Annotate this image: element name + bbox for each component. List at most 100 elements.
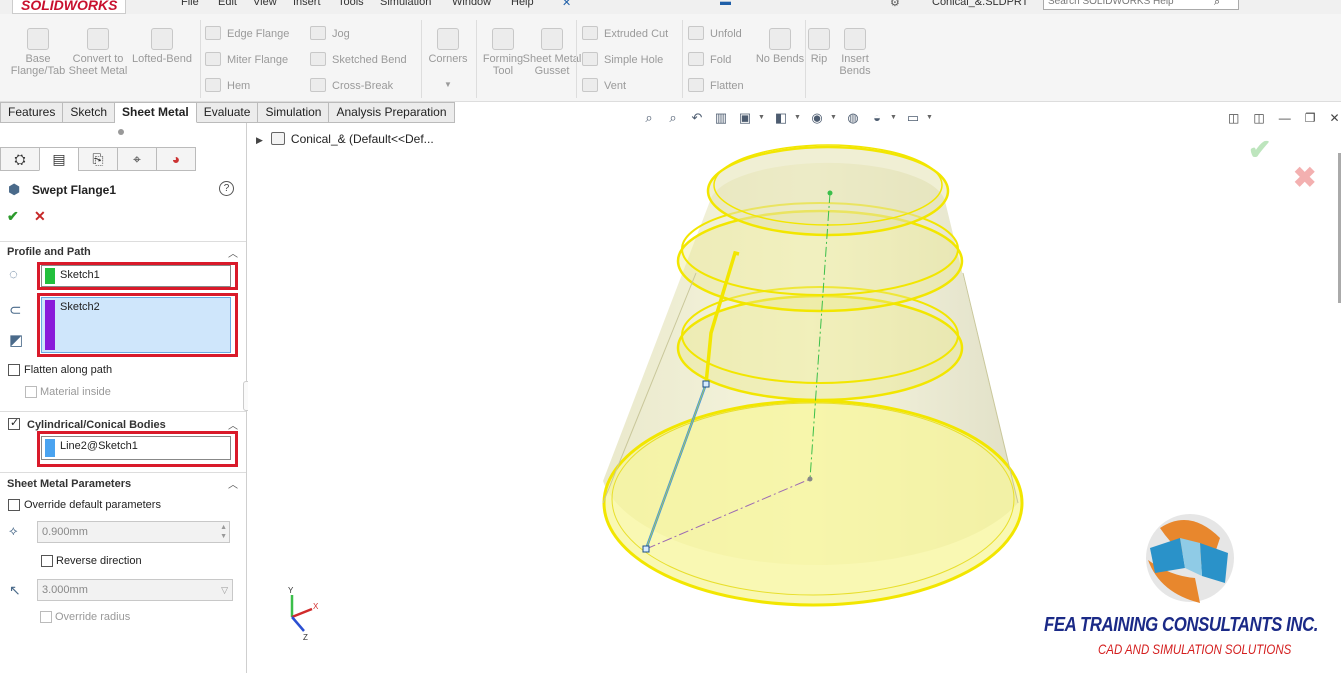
convert-sheet-metal-button[interactable]: Convert to Sheet Metal [68, 28, 128, 77]
tab-sketch[interactable]: Sketch [63, 102, 116, 123]
separator [682, 20, 683, 98]
ok-button[interactable]: ✔ [7, 208, 19, 225]
menu-edit[interactable]: Edit [218, 0, 237, 8]
menu-help[interactable]: Help [511, 0, 534, 8]
tab-features[interactable]: Features [0, 102, 64, 123]
solidworks-logo[interactable]: SOLIDWORKS [12, 0, 127, 14]
chevron-down-icon[interactable]: ▽ [221, 580, 228, 600]
help-search-input[interactable]: Search SOLIDWORKS Help [1043, 0, 1239, 10]
vent-button[interactable]: Vent [582, 77, 626, 95]
base-flange-icon [27, 28, 49, 50]
bend-radius-combo[interactable]: 3.000mm ▽ [37, 579, 233, 601]
pin-icon[interactable]: ✕ [562, 0, 571, 9]
lofted-bend-button[interactable]: Lofted-Bend [130, 28, 194, 65]
forming-tool-icon [492, 28, 514, 50]
path-color-swatch [45, 300, 55, 350]
cancel-button[interactable]: ✕ [34, 208, 46, 225]
display-manager-tab-icon[interactable]: ◕ [156, 147, 196, 171]
dimxpert-tab-icon[interactable]: ⌖ [117, 147, 157, 171]
line-color-swatch [45, 439, 55, 457]
feature-manager-tab-icon[interactable]: ⛭ [0, 147, 40, 171]
flatten-along-path-checkbox[interactable] [8, 364, 20, 376]
conical-bodies-checkbox[interactable] [8, 416, 20, 430]
base-flange-button[interactable]: Base Flange/Tab [8, 28, 68, 77]
thickness-field[interactable]: 0.900mm ▲ ▼ [37, 521, 230, 543]
unfold-button[interactable]: Unfold [688, 25, 742, 43]
flange-ring-top [706, 145, 950, 237]
print-icon[interactable]: ▬ [720, 0, 731, 8]
extruded-cut-icon [582, 26, 598, 40]
path-icon: ⊂ [9, 302, 22, 319]
tab-simulation[interactable]: Simulation [258, 102, 330, 123]
flatten-button[interactable]: Flatten [688, 77, 744, 95]
jog-icon [310, 26, 326, 40]
endpoint-marker[interactable] [702, 380, 710, 388]
gusset-icon [541, 28, 563, 50]
configuration-manager-tab-icon[interactable]: ⎘ [78, 147, 118, 171]
help-icon[interactable]: ? [219, 181, 234, 196]
search-icon[interactable]: ⌕ [1214, 0, 1220, 9]
rip-button[interactable]: Rip [802, 28, 836, 65]
hem-button[interactable]: Hem [205, 77, 250, 95]
manager-tabs: ⛭ ▤ ⎘ ⌖ ◕ [0, 147, 247, 172]
menu-simulation[interactable]: Simulation [380, 0, 431, 8]
menu-insert[interactable]: Insert [293, 0, 321, 8]
flatten-icon [688, 78, 704, 92]
watermark-title: FEA TRAINING CONSULTANTS INC. [1044, 614, 1319, 636]
collapse-icon[interactable]: ︿ [228, 245, 238, 260]
fold-button[interactable]: Fold [688, 51, 731, 69]
endpoint-marker[interactable] [642, 545, 650, 553]
menu-file[interactable]: File [181, 0, 199, 8]
graphics-area[interactable]: ▶ Conical_& (Default<<Def... ⌕ ⌕ ↶ ▥ ▣ ▼ … [248, 110, 1341, 673]
tab-analysis-preparation[interactable]: Analysis Preparation [329, 102, 455, 123]
material-inside-checkbox[interactable] [25, 386, 37, 398]
close-icon[interactable]: ✕ [1329, 111, 1339, 125]
profile-color-swatch [45, 268, 55, 284]
gusset-button[interactable]: Sheet Metal Gusset [522, 28, 582, 77]
sketched-bend-button[interactable]: Sketched Bend [310, 51, 407, 69]
unfold-icon [688, 26, 704, 40]
no-bends-icon [769, 28, 791, 50]
path-selection-box[interactable]: Sketch2 [41, 297, 231, 353]
bend-radius-icon: ↖ [9, 582, 21, 598]
material-inside-label: Material inside [40, 386, 111, 398]
jog-button[interactable]: Jog [310, 25, 350, 43]
tab-evaluate[interactable]: Evaluate [196, 102, 259, 123]
override-radius-label: Override radius [55, 611, 131, 623]
conical-bodies-heading: Cylindrical/Conical Bodies [27, 419, 166, 431]
spinner-icon[interactable]: ▲ ▼ [220, 523, 227, 541]
title-bar: SOLIDWORKS File Edit View Insert Tools S… [0, 0, 1341, 14]
insert-bends-button[interactable]: Insert Bends [833, 28, 877, 77]
extruded-cut-button[interactable]: Extruded Cut [582, 25, 668, 43]
sketched-bend-icon [310, 52, 326, 66]
company-watermark: FEA TRAINING CONSULTANTS INC. CAD AND SI… [1038, 508, 1338, 673]
no-bends-button[interactable]: No Bends [755, 28, 805, 65]
divider [0, 411, 246, 412]
override-radius-checkbox[interactable] [40, 611, 52, 623]
gear-icon[interactable]: ⚙ [890, 0, 900, 9]
miter-flange-button[interactable]: Miter Flange [205, 51, 288, 69]
miter-flange-icon [205, 52, 221, 66]
property-manager-tab-icon[interactable]: ▤ [39, 147, 79, 171]
collapse-icon[interactable]: ︿ [228, 476, 238, 491]
menu-window[interactable]: Window [452, 0, 491, 8]
edge-flange-button[interactable]: Edge Flange [205, 25, 289, 43]
collapse-icon[interactable]: ︿ [228, 417, 238, 432]
cross-break-button[interactable]: Cross-Break [310, 77, 393, 95]
corners-button[interactable]: Corners ▼ [418, 28, 478, 91]
override-default-checkbox[interactable] [8, 499, 20, 511]
lofted-bend-icon [151, 28, 173, 50]
simple-hole-button[interactable]: Simple Hole [582, 51, 663, 69]
reference-triad: Y X Z [288, 586, 319, 642]
corners-icon [437, 28, 459, 50]
profile-selection-box[interactable]: Sketch1 [41, 265, 231, 287]
reverse-direction-checkbox[interactable] [41, 555, 53, 567]
hem-icon [205, 78, 221, 92]
menu-view[interactable]: View [253, 0, 277, 8]
tab-sheet-metal[interactable]: Sheet Metal [115, 102, 197, 123]
conical-line-selection-box[interactable]: Line2@Sketch1 [41, 436, 231, 460]
panel-grip[interactable] [118, 129, 124, 135]
edge-flange-icon [205, 26, 221, 40]
chevron-down-icon[interactable]: ▼ [418, 79, 478, 91]
menu-tools[interactable]: Tools [338, 0, 364, 8]
